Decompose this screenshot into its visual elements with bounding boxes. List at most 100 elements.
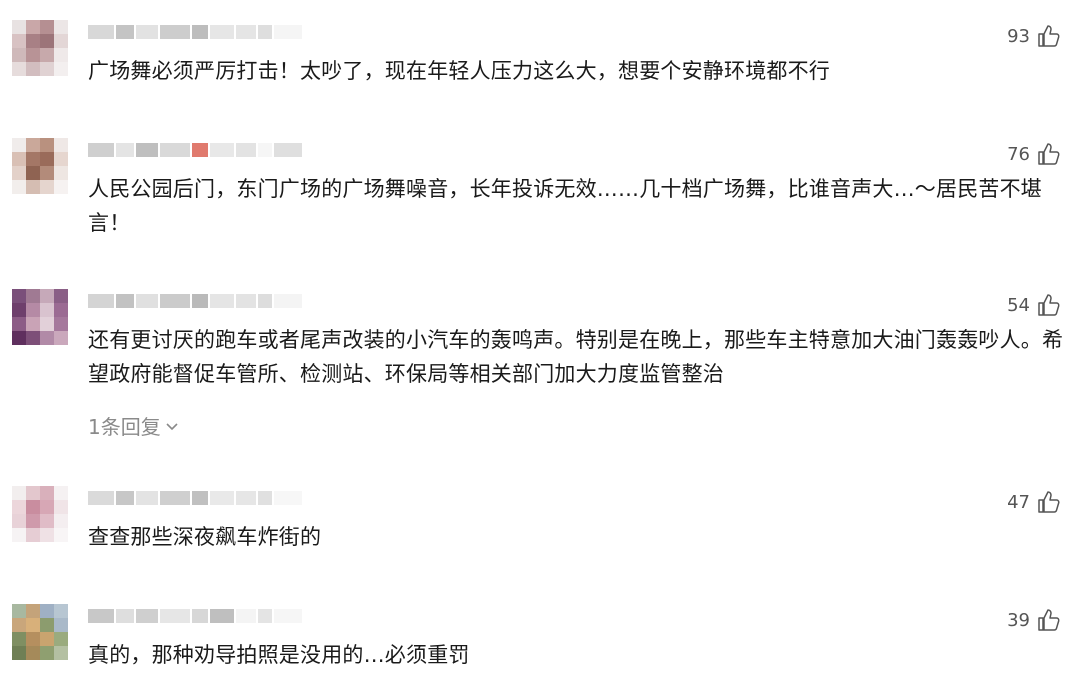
username-blurred[interactable] <box>88 142 302 158</box>
like-button[interactable]: 47 <box>1007 488 1062 516</box>
avatar[interactable] <box>12 20 68 76</box>
username-blurred[interactable] <box>88 24 302 40</box>
username-blurred[interactable] <box>88 490 302 506</box>
username-blur-block <box>210 294 234 308</box>
username-blur-block <box>258 609 272 623</box>
avatar-pixel <box>54 331 68 345</box>
username-blur-block <box>136 143 158 157</box>
username-blur-block <box>210 25 234 39</box>
avatar-pixel <box>12 303 26 317</box>
avatar-pixel <box>12 632 26 646</box>
avatar[interactable] <box>12 604 68 660</box>
username-blur-block <box>258 143 272 157</box>
avatar-pixel <box>26 317 40 331</box>
avatar-pixel <box>26 632 40 646</box>
avatar-pixel <box>26 514 40 528</box>
replies-toggle[interactable]: 1条回复 <box>88 411 179 440</box>
like-button[interactable]: 76 <box>1007 140 1062 168</box>
avatar-pixel <box>40 303 54 317</box>
thumbs-up-icon <box>1036 292 1062 318</box>
avatar-pixel <box>12 166 26 180</box>
avatar-pixel <box>40 180 54 194</box>
like-button[interactable]: 93 <box>1007 22 1062 50</box>
comment: 76 人民公园后门，东门广场的广场舞噪音，长年投诉无效……几十档广场舞，比谁音声… <box>0 138 1080 258</box>
username-blur-block <box>160 609 190 623</box>
avatar-pixel <box>12 34 26 48</box>
username-blur-block <box>136 491 158 505</box>
avatar[interactable] <box>12 138 68 194</box>
avatar-pixel <box>26 20 40 34</box>
avatar-pixel <box>26 180 40 194</box>
comment: 47 查查那些深夜飙车炸街的 <box>0 486 1080 566</box>
comment-text: 人民公园后门，东门广场的广场舞噪音，长年投诉无效……几十档广场舞，比谁音声大…～… <box>88 177 1042 235</box>
username-blur-block <box>192 609 208 623</box>
avatar-pixel <box>40 632 54 646</box>
username-blur-block <box>116 294 134 308</box>
username-blur-block <box>236 609 256 623</box>
thumbs-up-icon <box>1036 141 1062 167</box>
avatar-pixel <box>40 500 54 514</box>
like-count: 54 <box>1007 294 1030 316</box>
username-blur-block <box>88 609 114 623</box>
avatar-pixel <box>12 180 26 194</box>
avatar-pixel <box>40 486 54 500</box>
avatar-pixel <box>40 604 54 618</box>
thumbs-up-icon <box>1036 23 1062 49</box>
comment: 39 真的，那种劝导拍照是没用的…必须重罚 <box>0 604 1080 684</box>
chevron-down-icon <box>165 414 179 438</box>
avatar[interactable] <box>12 289 68 345</box>
avatar-pixel <box>54 500 68 514</box>
avatar-pixel <box>40 138 54 152</box>
avatar-pixel <box>54 62 68 76</box>
avatar-pixel <box>54 34 68 48</box>
username-blur-block <box>88 25 114 39</box>
avatar[interactable] <box>12 486 68 542</box>
like-count: 47 <box>1007 491 1030 513</box>
username-blur-block <box>88 294 114 308</box>
avatar-pixel <box>12 331 26 345</box>
avatar-pixel <box>26 289 40 303</box>
avatar-pixel <box>12 20 26 34</box>
username-blur-block <box>236 25 256 39</box>
username-blur-block <box>88 143 114 157</box>
avatar-pixel <box>12 528 26 542</box>
like-count: 93 <box>1007 25 1030 47</box>
like-button[interactable]: 54 <box>1007 291 1062 319</box>
avatar-pixel <box>12 289 26 303</box>
username-blur-block <box>274 294 302 308</box>
username-blur-block <box>116 491 134 505</box>
avatar-pixel <box>26 48 40 62</box>
avatar-pixel <box>54 303 68 317</box>
avatar-pixel <box>12 646 26 660</box>
username-blur-block <box>160 294 190 308</box>
avatar-pixel <box>26 152 40 166</box>
avatar-pixel <box>40 514 54 528</box>
username-blur-block <box>210 143 234 157</box>
thumbs-up-icon <box>1036 489 1062 515</box>
avatar-pixel <box>40 646 54 660</box>
avatar-pixel <box>12 618 26 632</box>
username-blur-block <box>160 25 190 39</box>
avatar-pixel <box>26 618 40 632</box>
username-blur-block <box>274 143 302 157</box>
username-blurred[interactable] <box>88 293 302 309</box>
username-blur-block <box>192 294 208 308</box>
thumbs-up-icon <box>1036 607 1062 633</box>
username-blur-block <box>160 143 190 157</box>
avatar-pixel <box>26 604 40 618</box>
avatar-pixel <box>26 646 40 660</box>
avatar-pixel <box>54 646 68 660</box>
avatar-pixel <box>40 166 54 180</box>
avatar-pixel <box>54 486 68 500</box>
like-button[interactable]: 39 <box>1007 606 1062 634</box>
avatar-pixel <box>54 152 68 166</box>
avatar-pixel <box>54 514 68 528</box>
avatar-pixel <box>40 152 54 166</box>
avatar-pixel <box>54 289 68 303</box>
avatar-pixel <box>12 486 26 500</box>
avatar-pixel <box>12 48 26 62</box>
avatar-pixel <box>54 180 68 194</box>
avatar-pixel <box>26 500 40 514</box>
username-blurred[interactable] <box>88 608 302 624</box>
username-blur-block <box>236 491 256 505</box>
